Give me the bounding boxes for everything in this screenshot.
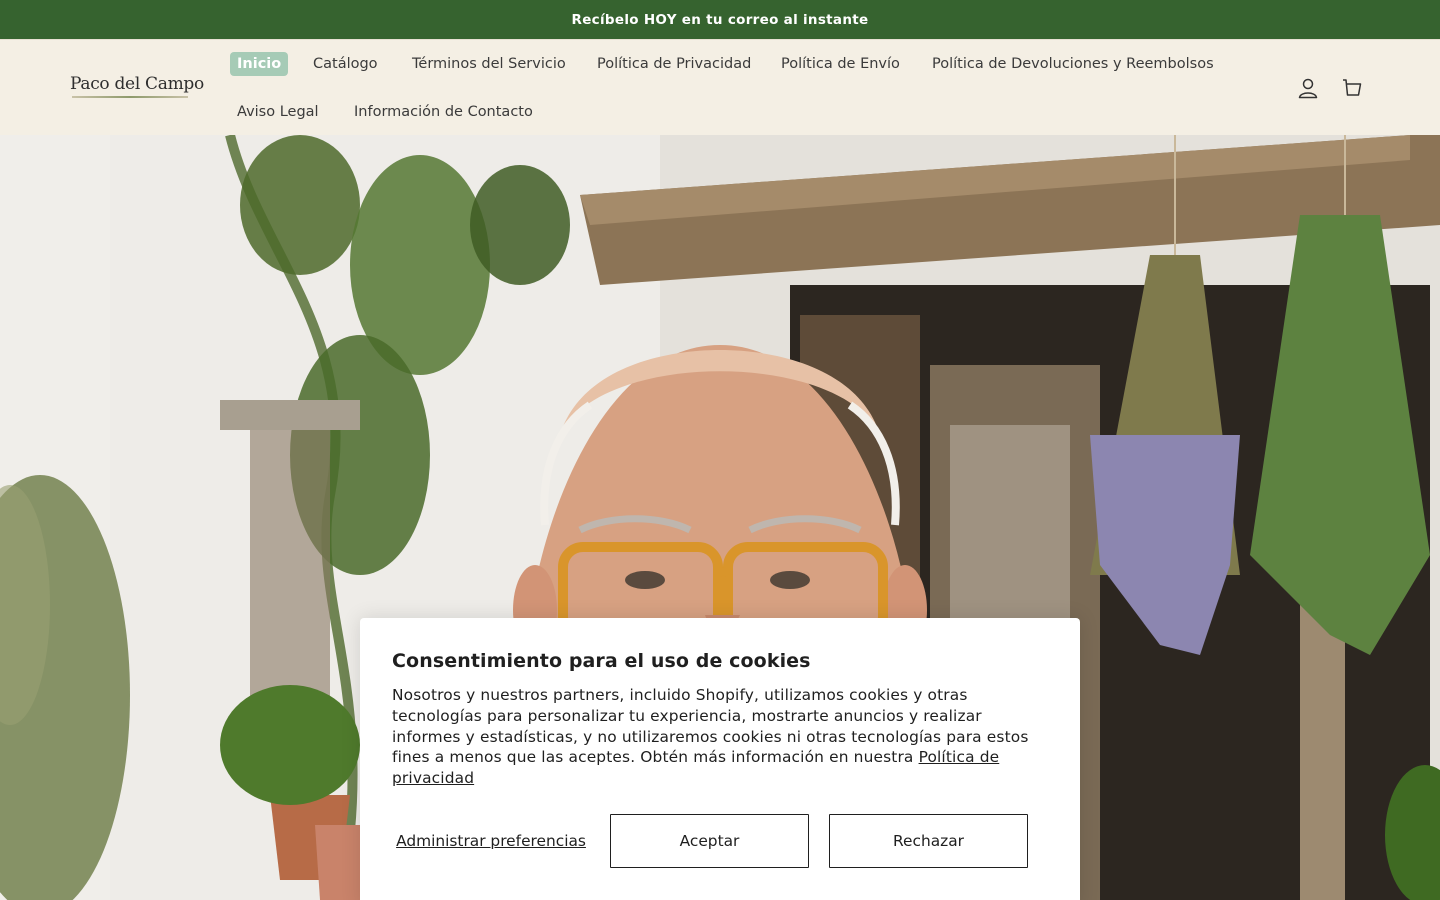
nav-link-catalogo[interactable]: Catálogo <box>313 52 378 76</box>
account-icon[interactable] <box>1296 76 1320 100</box>
cookie-consent-dialog: Consentimiento para el uso de cookies No… <box>360 618 1080 900</box>
nav-link-aviso-legal[interactable]: Aviso Legal <box>237 100 319 124</box>
reject-cookies-button[interactable]: Rechazar <box>829 814 1028 868</box>
logo-text: Paco del Campo <box>70 74 204 94</box>
announcement-text: Recíbelo HOY en tu correo al instante <box>571 11 869 28</box>
accept-cookies-button[interactable]: Aceptar <box>610 814 809 868</box>
logo-underline <box>72 96 188 98</box>
cookie-title: Consentimiento para el uso de cookies <box>392 650 811 672</box>
nav-link-contacto[interactable]: Información de Contacto <box>354 100 533 124</box>
announcement-bar: Recíbelo HOY en tu correo al instante <box>0 0 1440 39</box>
manage-preferences-button[interactable]: Administrar preferencias <box>392 814 590 868</box>
nav-link-devoluciones[interactable]: Política de Devoluciones y Reembolsos <box>932 52 1214 76</box>
nav-link-inicio[interactable]: Inicio <box>230 52 289 76</box>
cart-icon[interactable] <box>1340 76 1364 100</box>
cookie-body: Nosotros y nuestros partners, incluido S… <box>392 685 1040 789</box>
nav-link-privacidad[interactable]: Política de Privacidad <box>597 52 751 76</box>
nav-link-terminos[interactable]: Términos del Servicio <box>412 52 566 76</box>
nav-link-envio[interactable]: Política de Envío <box>781 52 900 76</box>
site-header: Paco del Campo Inicio Catálogo Términos … <box>0 39 1440 135</box>
